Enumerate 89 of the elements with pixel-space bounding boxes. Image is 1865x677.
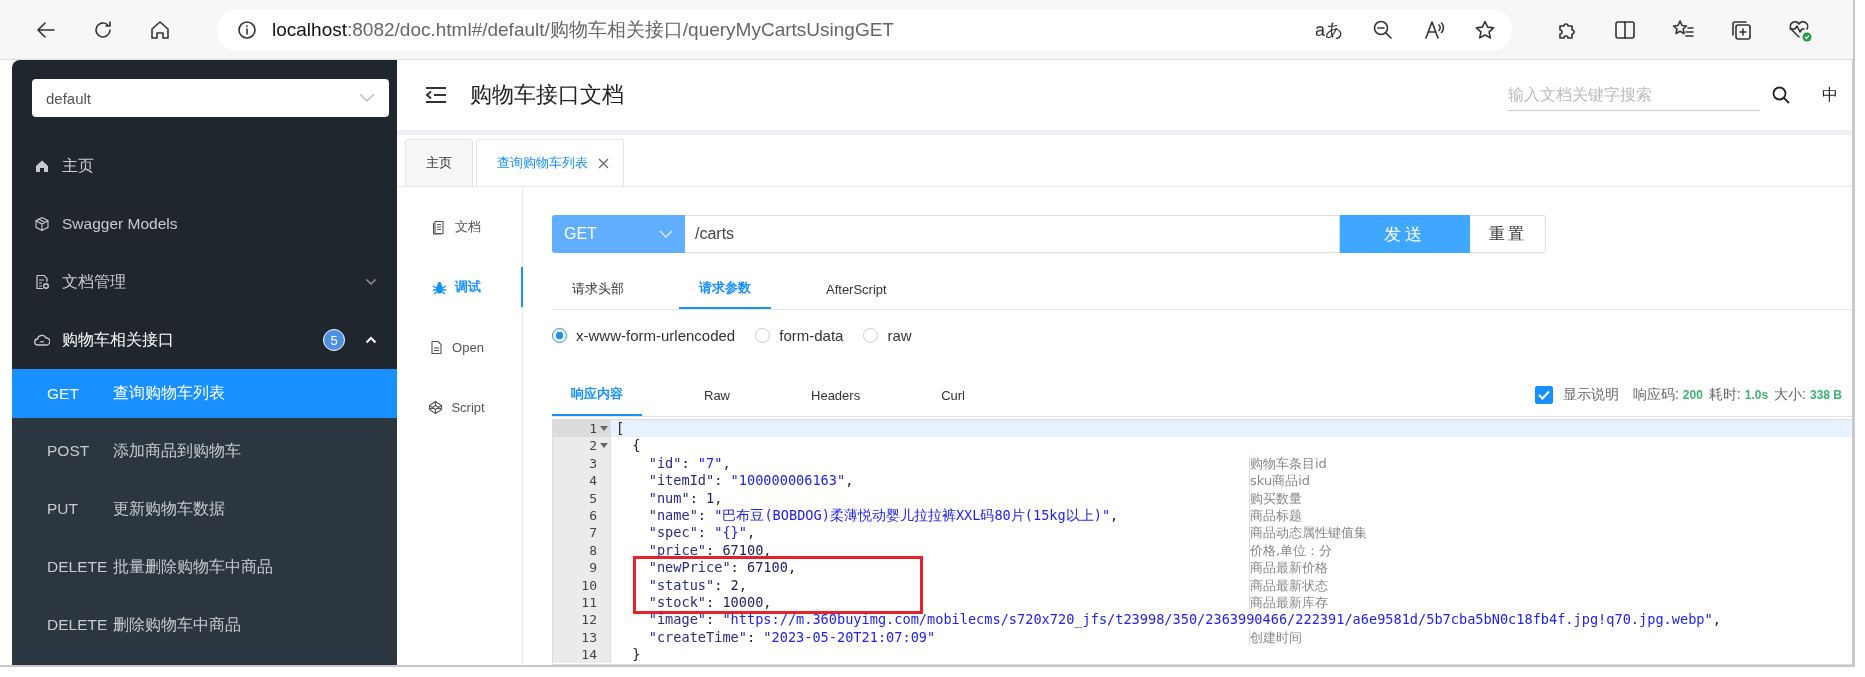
code-line: {: [631, 437, 641, 455]
endpoint-item[interactable]: DELETE 批量删除购物车中商品: [12, 538, 397, 596]
endpoint-item[interactable]: DELETE 删除购物车中商品: [12, 596, 397, 654]
code-line: "num": 1,: [647, 489, 723, 507]
code-comment: 商品标题: [1249, 506, 1302, 525]
chevron-down-icon: [659, 230, 673, 238]
tab[interactable]: 请求头部: [552, 269, 644, 309]
tab[interactable]: Curl: [922, 374, 984, 416]
checkbox-label: 显示说明: [1562, 386, 1619, 404]
radio-option[interactable]: x-www-form-urlencoded: [552, 326, 736, 344]
radio-button[interactable]: [552, 327, 567, 343]
response-time: 1.0s: [1744, 388, 1769, 402]
fold-caret-icon[interactable]: [600, 443, 608, 450]
address-bar[interactable]: localhost:8082/doc.html#/default/购物车相关接口/queryMyCartsUsingGET aあ: [217, 8, 1512, 51]
code-line: [: [616, 420, 625, 438]
reset-button[interactable]: 重置: [1470, 215, 1546, 253]
status-code: 200: [1682, 388, 1703, 402]
document-gear-icon: [34, 274, 50, 290]
url-field[interactable]: /carts: [685, 215, 1340, 253]
close-icon[interactable]: [598, 157, 609, 169]
read-aloud-icon[interactable]: [1423, 18, 1445, 41]
search-icon[interactable]: [1772, 86, 1790, 104]
code-comment: 价格,单位：分: [1249, 541, 1333, 560]
line-number: 1: [553, 420, 610, 438]
tab[interactable]: Headers: [792, 374, 880, 416]
star-icon[interactable]: [1474, 18, 1496, 41]
response-size-label: 大小:: [1774, 386, 1806, 404]
document-icon: [432, 219, 447, 235]
code-comment: 购物车条目id: [1249, 454, 1327, 473]
info-icon: [237, 19, 257, 40]
code-comment: 商品最新库存: [1249, 593, 1328, 612]
chevron-down-icon: [365, 278, 377, 286]
code-comment: 购买数量: [1249, 489, 1302, 507]
codepen-icon: [428, 399, 444, 415]
count-badge: 5: [323, 329, 345, 351]
code-line: "itemId": "100000006163",: [647, 472, 854, 490]
code-line: "id": "7",: [647, 454, 731, 473]
status-code-label: 响应码:: [1632, 386, 1679, 404]
sidebar-item[interactable]: 主页: [12, 137, 397, 195]
line-number: 12: [553, 611, 610, 629]
language-toggle[interactable]: 中: [1822, 84, 1838, 106]
line-number: 7: [553, 524, 610, 542]
response-size: 338 B: [1809, 388, 1842, 402]
chevron-up-icon: [365, 336, 377, 344]
cloud-icon: [34, 332, 50, 348]
cube-icon: [34, 216, 50, 232]
sidebar-item[interactable]: Swagger Models: [12, 195, 397, 253]
response-time-label: 耗时:: [1708, 386, 1741, 404]
side-nav-item[interactable]: Open: [405, 327, 522, 367]
code-line: "spec": "{}",: [647, 524, 756, 542]
chevron-down-icon: [359, 93, 375, 103]
code-comment: 创建时间: [1249, 628, 1302, 647]
line-number: 4: [553, 472, 610, 490]
address-text: localhost:8082/doc.html#/default/购物车相关接口/queryMyCartsUsingGET: [272, 17, 894, 42]
line-number: 14: [553, 646, 610, 664]
line-number: 2: [553, 437, 610, 455]
tab[interactable]: Raw: [685, 374, 749, 416]
code-line: }: [631, 646, 641, 664]
file-icon: [429, 339, 445, 355]
code-line: "status": 2,: [647, 576, 747, 594]
checkbox[interactable]: [1534, 386, 1553, 404]
code-comment: 商品最新价格: [1249, 559, 1328, 577]
line-number: 9: [553, 559, 610, 577]
code-comment: sku商品id: [1249, 472, 1310, 490]
home-icon: [34, 158, 50, 174]
radio-option[interactable]: form-data: [755, 326, 844, 344]
zoom-out-icon[interactable]: [1372, 18, 1394, 41]
radio-option[interactable]: raw: [863, 326, 912, 344]
sidebar-item[interactable]: 文档管理: [12, 253, 397, 311]
tab[interactable]: AfterScript: [806, 269, 907, 309]
group-select[interactable]: default: [32, 79, 389, 117]
reader-mode-button[interactable]: aあ: [1315, 17, 1343, 42]
code-line: "image": "https://m.360buyimg.com/mobilecms/s720x720_jfs/t23998/350/2363990466/222391/a6e9581d/5b7cba5bN0c18fb4f.jpg!q70.jpg.webp",: [647, 611, 1721, 629]
bug-icon: [431, 279, 447, 295]
code-line: "createTime": "2023-05-20T21:07:09": [647, 628, 936, 647]
code-comment: 商品最新状态: [1249, 576, 1328, 594]
endpoint-item[interactable]: PUT 更新购物车数据: [12, 480, 397, 538]
side-nav-item[interactable]: Script: [405, 387, 522, 427]
tab[interactable]: 主页: [405, 139, 473, 186]
code-line: "stock": 10000,: [647, 593, 772, 612]
code-comment: 商品动态属性键值集: [1249, 524, 1367, 542]
sidebar-item[interactable]: 购物车相关接口 5: [12, 311, 397, 369]
endpoint-item[interactable]: POST 添加商品到购物车: [12, 422, 397, 480]
page-title: 购物车接口文档: [470, 81, 624, 109]
fold-caret-icon[interactable]: [600, 425, 608, 432]
collapse-menu-icon[interactable]: [425, 86, 447, 104]
code-line: "newPrice": 67100,: [647, 559, 797, 577]
code-line: "name": "巴布豆(BOBDOG)柔薄悦动婴儿拉拉裤XXL码80片(15kg以上)",: [647, 506, 1119, 525]
side-nav-item[interactable]: 文档: [405, 207, 522, 247]
